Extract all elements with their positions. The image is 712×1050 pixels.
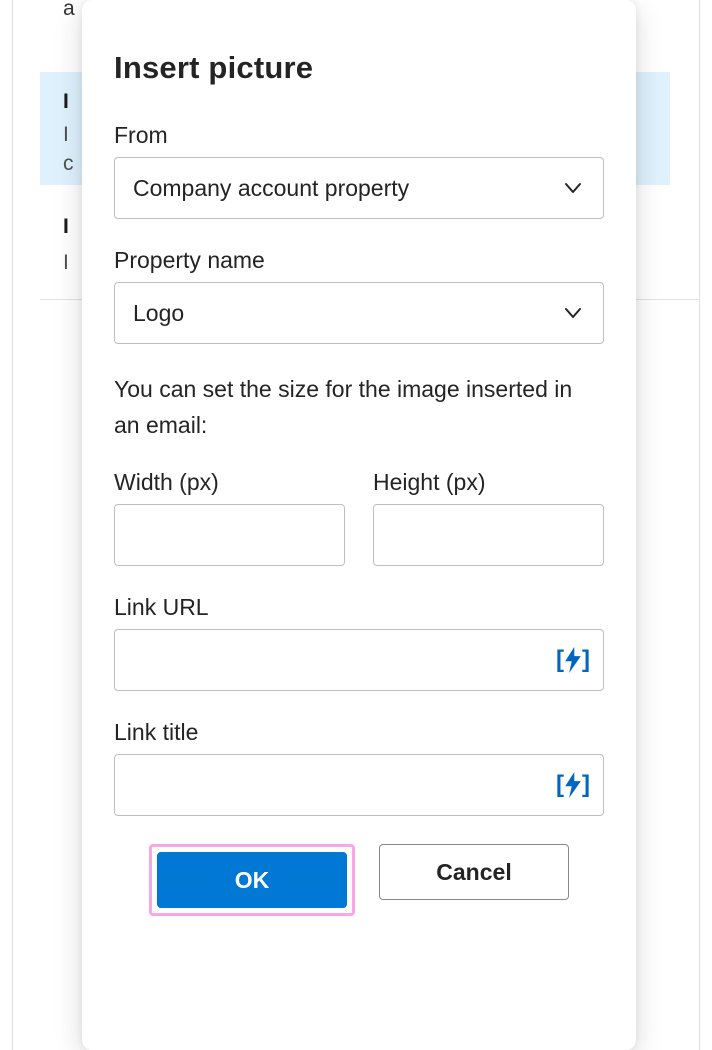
bg-item-title: I [63, 90, 69, 114]
ok-button[interactable]: OK [157, 852, 347, 908]
from-select-value: Company account property [133, 175, 561, 202]
left-border-line [12, 0, 13, 1050]
dynamic-content-icon[interactable]: [] [551, 763, 595, 807]
modal-button-row: OK Cancel [114, 844, 604, 916]
size-help-text: You can set the size for the image inser… [114, 372, 604, 443]
ok-button-highlight: OK [149, 844, 355, 916]
bg-text-fragment: a [63, 0, 75, 21]
modal-title: Insert picture [114, 50, 604, 86]
dynamic-content-icon[interactable]: [] [551, 638, 595, 682]
property-name-value: Logo [133, 300, 561, 327]
width-label: Width (px) [114, 469, 345, 496]
cancel-button[interactable]: Cancel [379, 844, 569, 900]
height-input[interactable] [373, 504, 604, 566]
size-inputs-row: Width (px) Height (px) [114, 469, 604, 566]
page-background: a I I c I I Insert picture From Company … [0, 0, 712, 1050]
link-url-input[interactable] [115, 630, 551, 690]
link-url-label: Link URL [114, 594, 604, 621]
height-label: Height (px) [373, 469, 604, 496]
link-title-input[interactable] [115, 755, 551, 815]
chevron-down-icon [561, 301, 585, 325]
bg-item-subtitle-2: I [63, 251, 69, 275]
from-label: From [114, 122, 604, 149]
bg-item-subtitle: I [63, 123, 69, 147]
link-url-field: [] [114, 629, 604, 691]
from-select[interactable]: Company account property [114, 157, 604, 219]
property-name-select[interactable]: Logo [114, 282, 604, 344]
bg-item-subtitle-b: c [63, 152, 74, 176]
right-border-line [699, 0, 700, 1050]
width-input[interactable] [114, 504, 345, 566]
link-title-field: [] [114, 754, 604, 816]
bg-item-title-2: I [63, 215, 69, 239]
insert-picture-modal: Insert picture From Company account prop… [82, 0, 636, 1050]
property-name-label: Property name [114, 247, 604, 274]
chevron-down-icon [561, 176, 585, 200]
link-title-label: Link title [114, 719, 604, 746]
